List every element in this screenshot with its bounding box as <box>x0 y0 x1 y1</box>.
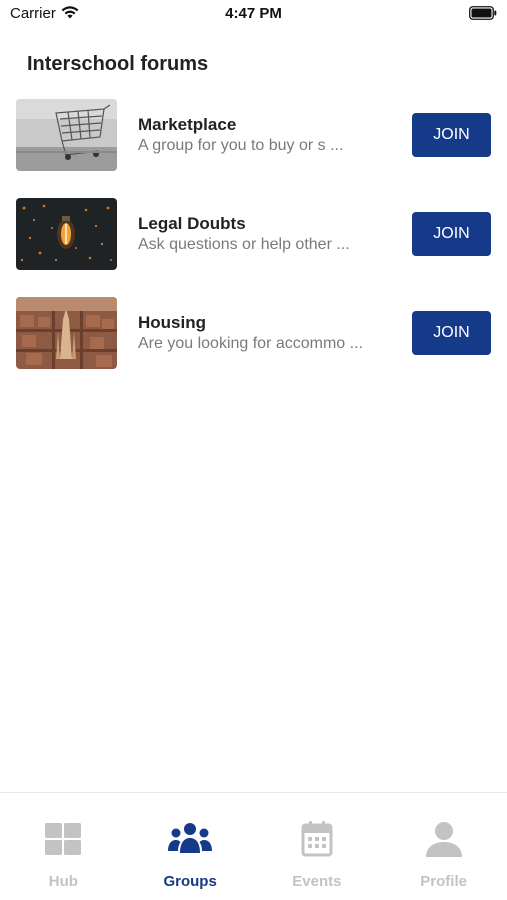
forum-item-legal-doubts[interactable]: Legal Doubts Ask questions or help other… <box>0 197 507 296</box>
tab-label: Profile <box>420 873 467 890</box>
join-button[interactable]: JOIN <box>412 113 491 157</box>
user-icon <box>425 822 462 857</box>
page-title: Interschool forums <box>27 53 209 75</box>
forum-description: Are you looking for accommo ... <box>138 335 363 352</box>
light-bulb-photo <box>16 198 117 270</box>
tab-label: Events <box>292 873 342 890</box>
join-button[interactable]: JOIN <box>412 212 491 256</box>
calendar-icon <box>301 821 333 857</box>
tab-bar: Hub Groups Events Profile <box>0 792 507 900</box>
people-icon <box>168 823 213 853</box>
forum-name: Housing <box>138 313 206 332</box>
join-button[interactable]: JOIN <box>412 311 491 355</box>
forum-item-housing[interactable]: Housing Are you looking for accommo ... … <box>0 296 507 395</box>
tab-label: Groups <box>163 873 217 890</box>
forum-name: Marketplace <box>138 115 237 134</box>
status-time: 4:47 PM <box>225 5 282 22</box>
status-bar: Carrier 4:47 PM <box>0 0 507 28</box>
forum-list: Marketplace A group for you to buy or s … <box>0 98 507 395</box>
tab-label: Hub <box>48 873 78 890</box>
battery-icon <box>469 6 497 20</box>
forum-item-marketplace[interactable]: Marketplace A group for you to buy or s … <box>0 98 507 197</box>
tab-hub[interactable]: Hub <box>0 793 127 900</box>
tab-events[interactable]: Events <box>254 793 381 900</box>
tab-profile[interactable]: Profile <box>380 793 507 900</box>
forum-description: Ask questions or help other ... <box>138 236 350 253</box>
grid-icon <box>45 823 82 855</box>
city-aerial-photo <box>16 297 117 369</box>
shopping-cart-photo <box>16 99 117 171</box>
forum-name: Legal Doubts <box>138 214 246 233</box>
forum-description: A group for you to buy or s ... <box>138 137 344 154</box>
tab-groups[interactable]: Groups <box>127 793 254 900</box>
